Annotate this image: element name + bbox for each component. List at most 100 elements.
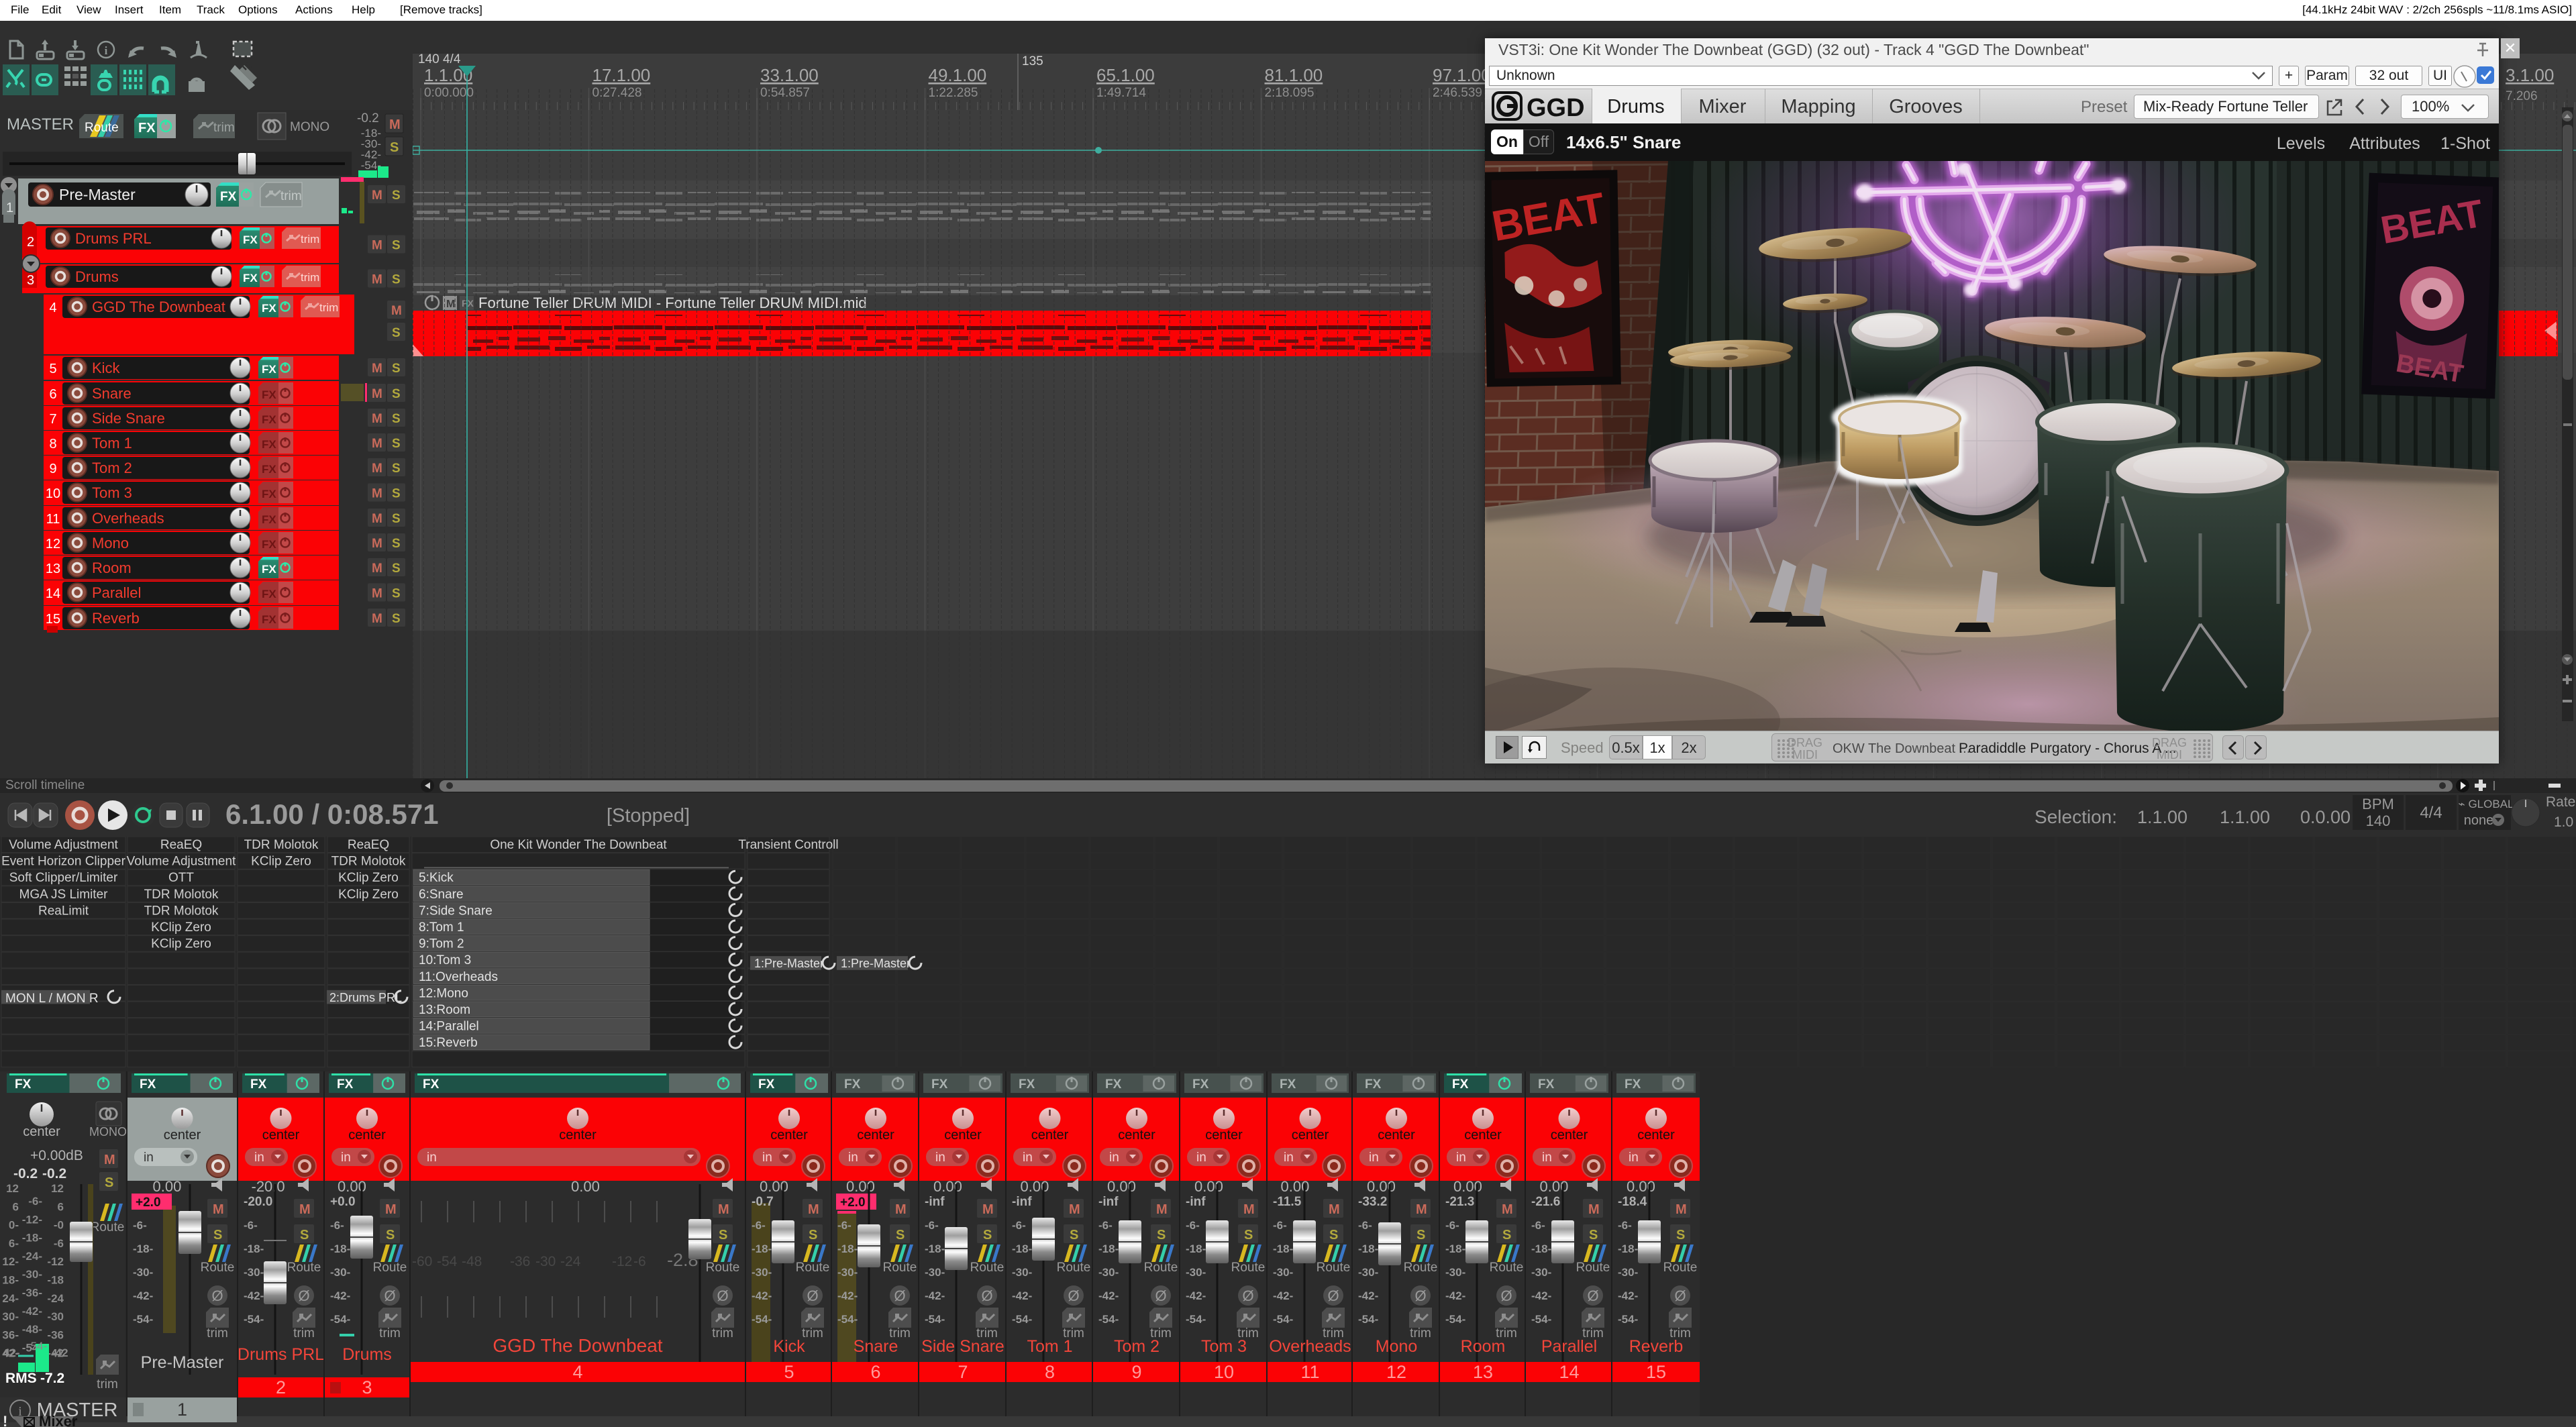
svg-text:in: in <box>1284 1151 1294 1165</box>
svg-text:-6-: -6- <box>28 1195 42 1208</box>
svg-text:FX: FX <box>262 413 276 426</box>
svg-text:M: M <box>372 462 382 476</box>
svg-text:-54-: -54- <box>133 1313 153 1326</box>
svg-text:+2.0: +2.0 <box>840 1196 866 1210</box>
svg-text:Ø: Ø <box>1414 1287 1426 1304</box>
svg-text:-42-: -42- <box>244 1289 264 1302</box>
svg-text:Drums: Drums <box>342 1345 392 1364</box>
svg-text:Selection:: Selection: <box>2034 806 2117 827</box>
svg-text:0:54.857: 0:54.857 <box>760 86 810 100</box>
svg-text:Ø: Ø <box>807 1287 818 1304</box>
svg-text:FX: FX <box>262 302 276 315</box>
svg-text:M: M <box>372 562 382 576</box>
svg-text:-30-: -30- <box>244 1266 264 1279</box>
svg-text:Ø: Ø <box>1587 1287 1598 1304</box>
svg-text:-30: -30 <box>535 1254 556 1269</box>
svg-text:FX: FX <box>262 563 276 576</box>
svg-text:MGA JS Limiter: MGA JS Limiter <box>19 888 109 902</box>
svg-text:0.00: 0.00 <box>1021 1178 1049 1195</box>
svg-text:-18-: -18- <box>752 1243 772 1255</box>
svg-text:11: 11 <box>1300 1362 1319 1382</box>
svg-text:13: 13 <box>1473 1362 1493 1382</box>
svg-text:4: 4 <box>49 301 56 315</box>
svg-text:-54-: -54- <box>837 1313 858 1326</box>
svg-text:Ø: Ø <box>981 1287 992 1304</box>
svg-text:Route: Route <box>1057 1261 1091 1275</box>
svg-text:24-: 24- <box>2 1292 19 1305</box>
svg-text:-18-: -18- <box>837 1243 858 1255</box>
svg-text:140: 140 <box>2366 812 2391 829</box>
svg-text:-54-: -54- <box>244 1313 264 1326</box>
svg-text:2:Drums PRL: 2:Drums PRL <box>329 991 402 1004</box>
svg-text:trim: trim <box>712 1326 733 1340</box>
svg-text:Ø: Ø <box>1327 1287 1339 1304</box>
svg-text:-11.5: -11.5 <box>1273 1195 1302 1209</box>
svg-text:S: S <box>392 189 401 203</box>
svg-text:FX: FX <box>1538 1077 1555 1092</box>
svg-text:FX: FX <box>1625 1077 1641 1092</box>
svg-text:center: center <box>23 1124 60 1139</box>
svg-text:FX: FX <box>15 1077 32 1092</box>
svg-text:Side Snare: Side Snare <box>921 1337 1004 1356</box>
svg-text:Parallel: Parallel <box>92 584 141 601</box>
svg-text:Reverb: Reverb <box>1629 1337 1684 1356</box>
svg-text:8: 8 <box>1045 1362 1055 1382</box>
svg-text:FX: FX <box>243 272 258 284</box>
svg-text:-54-: -54- <box>1012 1313 1032 1326</box>
svg-text:OTT: OTT <box>168 871 194 885</box>
svg-text:-18.4: -18.4 <box>1618 1195 1647 1209</box>
svg-text:-18-: -18- <box>1358 1243 1378 1255</box>
svg-text:-12-: -12- <box>22 1213 42 1226</box>
svg-text:FX: FX <box>423 1077 440 1092</box>
svg-text:Event Horizon Clipper: Event Horizon Clipper <box>1 855 125 869</box>
svg-text:-6-: -6- <box>244 1219 258 1232</box>
svg-text:-42-: -42- <box>1098 1289 1119 1302</box>
svg-text:-24: -24 <box>560 1254 581 1269</box>
svg-text:-54-: -54- <box>1445 1313 1465 1326</box>
svg-text:FX: FX <box>337 1077 354 1092</box>
svg-text:Parallel: Parallel <box>1541 1337 1597 1356</box>
svg-text:-6-: -6- <box>1012 1219 1026 1232</box>
svg-text:Snare: Snare <box>854 1337 898 1356</box>
svg-text:-30-: -30- <box>1012 1266 1032 1279</box>
svg-text:1.1.00: 1.1.00 <box>2137 807 2187 827</box>
svg-text:Kick: Kick <box>773 1337 805 1356</box>
svg-text:in: in <box>427 1151 437 1165</box>
svg-text:Route: Route <box>1317 1261 1351 1275</box>
svg-text:0.00: 0.00 <box>846 1178 875 1195</box>
svg-text:in: in <box>254 1151 264 1165</box>
svg-text:FX: FX <box>262 388 276 401</box>
svg-text:-6-: -6- <box>1273 1219 1287 1232</box>
svg-text:4/4: 4/4 <box>2420 804 2442 822</box>
svg-text:FX: FX <box>262 613 276 626</box>
svg-text:-30-: -30- <box>1531 1266 1551 1279</box>
svg-text:0:00.000: 0:00.000 <box>424 86 474 100</box>
svg-text:-18: -18 <box>47 1274 64 1287</box>
svg-text:-20.0: -20.0 <box>244 1195 272 1209</box>
svg-text:Ø: Ø <box>384 1287 395 1304</box>
svg-text:-36: -36 <box>47 1328 64 1341</box>
svg-text:0.00: 0.00 <box>1194 1178 1223 1195</box>
svg-text:center: center <box>1551 1128 1588 1143</box>
svg-text:1: 1 <box>6 201 13 215</box>
svg-text:2:46.539: 2:46.539 <box>1433 86 1482 100</box>
svg-text:+2.0: +2.0 <box>136 1196 161 1210</box>
svg-text:Room: Room <box>1461 1337 1506 1356</box>
svg-text:FX: FX <box>844 1077 861 1092</box>
svg-text:Route: Route <box>706 1261 740 1275</box>
svg-text:FX: FX <box>262 538 276 551</box>
svg-text:center: center <box>559 1128 597 1143</box>
svg-text:-42-: -42- <box>330 1289 350 1302</box>
svg-text:Reverb: Reverb <box>92 610 140 627</box>
svg-text:Route: Route <box>91 1220 125 1234</box>
svg-text:-6-: -6- <box>330 1219 344 1232</box>
svg-text:Drums PRL: Drums PRL <box>75 230 152 247</box>
svg-text:Route: Route <box>796 1261 830 1275</box>
svg-text:S: S <box>213 1228 222 1243</box>
svg-text:Tom 3: Tom 3 <box>92 484 132 501</box>
svg-text:in: in <box>1369 1151 1379 1165</box>
svg-text:S: S <box>392 612 401 626</box>
svg-text:Ø: Ø <box>1068 1287 1079 1304</box>
svg-text:11:Overheads: 11:Overheads <box>419 970 498 984</box>
svg-text:TDR Molotok: TDR Molotok <box>144 888 219 902</box>
